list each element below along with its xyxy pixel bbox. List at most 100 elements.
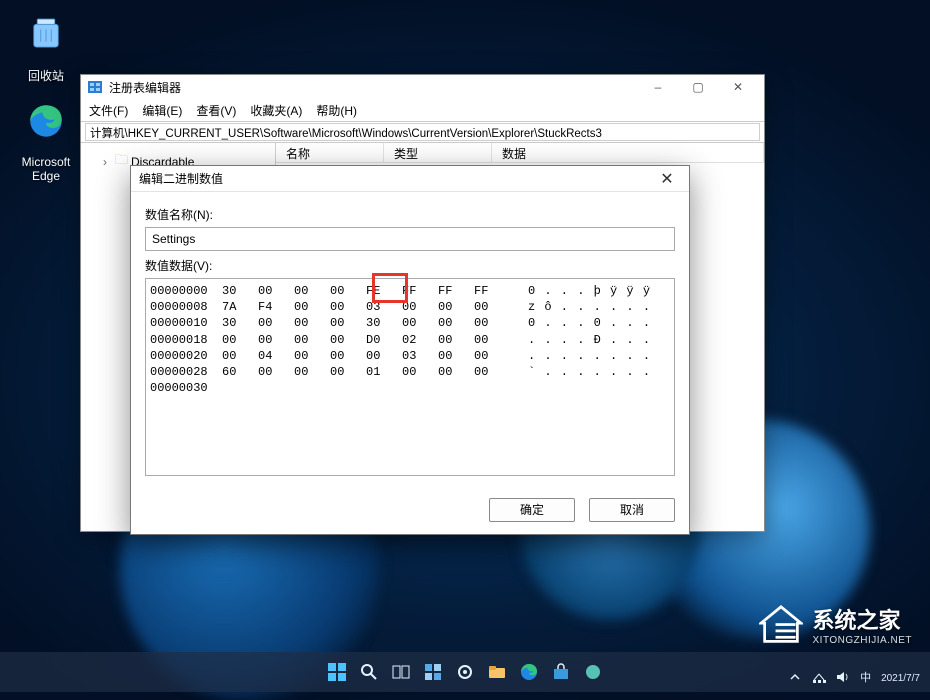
hex-byte[interactable] [258, 380, 294, 396]
hex-byte[interactable]: 00 [438, 348, 474, 364]
system-tray[interactable]: 中 2021/7/7 [788, 670, 920, 689]
hex-byte[interactable]: 00 [438, 299, 474, 315]
hex-editor[interactable]: 0000000030000000FEFFFFFF0 . . . þ ÿ ÿ ÿ0… [145, 278, 675, 476]
start-button[interactable] [324, 659, 350, 685]
hex-byte[interactable]: 00 [222, 332, 258, 348]
close-button[interactable]: ✕ [718, 75, 758, 99]
hex-byte[interactable]: FF [474, 283, 510, 299]
hex-row[interactable]: 000000087AF4000003000000z ô . . . . . . [150, 299, 670, 315]
hex-byte[interactable]: 00 [402, 315, 438, 331]
hex-byte[interactable]: FE [366, 283, 402, 299]
hex-byte[interactable]: 00 [330, 332, 366, 348]
dialog-titlebar[interactable]: 编辑二进制数值 ✕ [131, 166, 689, 192]
hex-byte[interactable]: 00 [294, 283, 330, 299]
menu-fav[interactable]: 收藏夹(A) [250, 102, 302, 119]
hex-byte[interactable]: 7A [222, 299, 258, 315]
menu-view[interactable]: 查看(V) [196, 102, 236, 119]
hex-byte[interactable]: 00 [294, 348, 330, 364]
menu-edit[interactable]: 编辑(E) [142, 102, 182, 119]
hex-byte[interactable] [294, 380, 330, 396]
hex-byte[interactable]: 00 [438, 332, 474, 348]
hex-byte[interactable]: 30 [366, 315, 402, 331]
hex-row[interactable]: 0000001800000000D0020000. . . . Ð . . . [150, 332, 670, 348]
titlebar[interactable]: 注册表编辑器 – ▢ ✕ [81, 75, 764, 99]
tray-network-icon[interactable] [812, 670, 826, 689]
hex-row[interactable]: 0000000030000000FEFFFFFF0 . . . þ ÿ ÿ ÿ [150, 283, 670, 299]
expand-icon[interactable]: › [103, 155, 112, 169]
hex-byte[interactable]: 00 [330, 283, 366, 299]
col-header-data[interactable]: 数据 [492, 143, 764, 162]
widgets-button[interactable] [420, 659, 446, 685]
hex-row[interactable]: 0000001030000000300000000 . . . 0 . . . [150, 315, 670, 331]
hex-byte[interactable]: 04 [258, 348, 294, 364]
hex-byte[interactable]: 01 [366, 364, 402, 380]
tray-ime-icon[interactable]: 中 [860, 671, 871, 686]
taskbar-icon-app[interactable] [580, 659, 606, 685]
taskbar-icon-edge[interactable] [516, 659, 542, 685]
taskbar-icon-explorer[interactable] [484, 659, 510, 685]
hex-byte[interactable]: 00 [474, 299, 510, 315]
hex-byte[interactable]: 00 [474, 364, 510, 380]
hex-byte[interactable]: 00 [330, 364, 366, 380]
hex-byte[interactable] [402, 380, 438, 396]
search-button[interactable] [356, 659, 382, 685]
maximize-button[interactable]: ▢ [678, 75, 718, 99]
hex-byte[interactable]: 00 [258, 283, 294, 299]
hex-byte[interactable] [474, 380, 510, 396]
hex-row[interactable]: 000000286000000001000000` . . . . . . . [150, 364, 670, 380]
hex-byte[interactable] [222, 380, 258, 396]
hex-byte[interactable]: 00 [294, 299, 330, 315]
menu-help[interactable]: 帮助(H) [316, 102, 357, 119]
col-header-type[interactable]: 类型 [384, 143, 492, 162]
hex-byte[interactable]: 00 [294, 364, 330, 380]
value-name-field[interactable]: Settings [145, 227, 675, 251]
hex-byte[interactable]: 00 [474, 348, 510, 364]
hex-byte[interactable]: 30 [222, 283, 258, 299]
hex-byte[interactable]: 00 [438, 315, 474, 331]
desktop-icon-edge[interactable]: Microsoft Edge [10, 100, 82, 183]
hex-byte[interactable]: 00 [402, 299, 438, 315]
desktop-icon-recycle-bin[interactable]: 回收站 [10, 12, 82, 84]
dialog-close-button[interactable]: ✕ [653, 169, 681, 189]
hex-byte[interactable]: 00 [474, 332, 510, 348]
hex-row[interactable]: 000000200004000000030000. . . . . . . . [150, 348, 670, 364]
hex-byte[interactable]: FF [438, 283, 474, 299]
hex-byte[interactable] [366, 380, 402, 396]
menu-file[interactable]: 文件(F) [89, 102, 128, 119]
hex-byte[interactable]: F4 [258, 299, 294, 315]
hex-byte[interactable]: 00 [294, 315, 330, 331]
hex-byte[interactable]: 00 [474, 315, 510, 331]
hex-byte[interactable]: 00 [330, 348, 366, 364]
taskbar-icon-settings[interactable] [452, 659, 478, 685]
hex-byte[interactable]: 00 [258, 315, 294, 331]
hex-byte[interactable]: FF [402, 283, 438, 299]
hex-byte[interactable]: D0 [366, 332, 402, 348]
hex-byte[interactable]: 03 [366, 299, 402, 315]
hex-byte[interactable]: 03 [402, 348, 438, 364]
hex-byte[interactable]: 00 [294, 332, 330, 348]
hex-byte[interactable]: 60 [222, 364, 258, 380]
hex-byte[interactable]: 00 [258, 364, 294, 380]
address-bar[interactable]: 计算机\HKEY_CURRENT_USER\Software\Microsoft… [85, 123, 760, 141]
hex-byte[interactable] [438, 380, 474, 396]
cancel-button[interactable]: 取消 [589, 498, 675, 522]
hex-byte[interactable]: 30 [222, 315, 258, 331]
minimize-button[interactable]: – [638, 75, 678, 99]
hex-byte[interactable]: 02 [402, 332, 438, 348]
hex-byte[interactable]: 00 [222, 348, 258, 364]
hex-byte[interactable]: 00 [330, 315, 366, 331]
hex-byte[interactable]: 00 [330, 299, 366, 315]
hex-byte[interactable] [330, 380, 366, 396]
taskbar[interactable]: 中 2021/7/7 [0, 652, 930, 692]
ok-button[interactable]: 确定 [489, 498, 575, 522]
taskview-button[interactable] [388, 659, 414, 685]
tray-volume-icon[interactable] [836, 670, 850, 689]
hex-row[interactable]: 00000030 [150, 380, 670, 396]
hex-byte[interactable]: 00 [366, 348, 402, 364]
taskbar-icon-store[interactable] [548, 659, 574, 685]
col-header-name[interactable]: 名称 [276, 143, 384, 162]
hex-byte[interactable]: 00 [438, 364, 474, 380]
tray-chevron-icon[interactable] [788, 670, 802, 689]
hex-byte[interactable]: 00 [402, 364, 438, 380]
hex-byte[interactable]: 00 [258, 332, 294, 348]
